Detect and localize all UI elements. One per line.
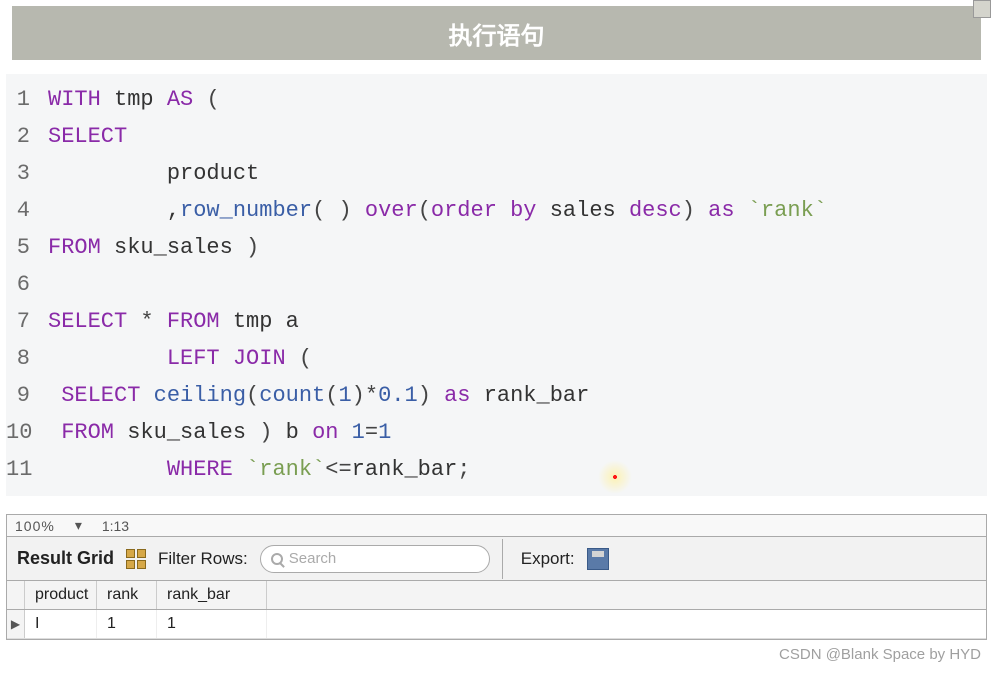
search-placeholder: Search bbox=[289, 550, 337, 567]
cell-product[interactable]: I bbox=[25, 610, 97, 638]
line-number: 7 bbox=[6, 304, 48, 341]
code-line[interactable]: 11 WHERE `rank`<=rank_bar; bbox=[6, 452, 987, 489]
save-icon[interactable] bbox=[587, 548, 609, 570]
code-content[interactable]: SELECT * FROM tmp a bbox=[48, 304, 987, 341]
code-content[interactable]: FROM sku_sales ) b on 1=1 bbox=[48, 415, 987, 452]
filter-search-input[interactable]: Search bbox=[260, 545, 490, 573]
grid-view-icon[interactable] bbox=[126, 549, 146, 569]
row-marker-header bbox=[7, 581, 25, 609]
code-line[interactable]: 2SELECT bbox=[6, 119, 987, 156]
current-row-marker: ▶ bbox=[7, 610, 25, 638]
code-content[interactable]: SELECT ceiling(count(1)*0.1) as rank_bar bbox=[48, 378, 987, 415]
column-header-rankbar[interactable]: rank_bar bbox=[157, 581, 267, 609]
watermark: CSDN @Blank Space by HYD bbox=[779, 646, 981, 663]
cell-rank[interactable]: 1 bbox=[97, 610, 157, 638]
line-number: 11 bbox=[6, 452, 48, 489]
code-line[interactable]: 7SELECT * FROM tmp a bbox=[6, 304, 987, 341]
result-toolbar: Result Grid Filter Rows: Search Export: bbox=[7, 537, 986, 581]
results-panel: 100% ▾ 1:13 Result Grid Filter Rows: Sea… bbox=[6, 514, 987, 640]
code-content[interactable]: SELECT bbox=[48, 119, 987, 156]
result-table: product rank rank_bar ▶ I 1 1 bbox=[7, 581, 986, 639]
code-line[interactable]: 5FROM sku_sales ) bbox=[6, 230, 987, 267]
line-number: 9 bbox=[6, 378, 48, 415]
search-icon bbox=[271, 553, 283, 565]
code-line[interactable]: 3 product bbox=[6, 156, 987, 193]
line-number: 10 bbox=[6, 415, 48, 452]
code-line[interactable]: 9 SELECT ceiling(count(1)*0.1) as rank_b… bbox=[6, 378, 987, 415]
code-line[interactable]: 1WITH tmp AS ( bbox=[6, 82, 987, 119]
header-corner-icon bbox=[973, 0, 991, 18]
query-time: 1:13 bbox=[102, 518, 129, 534]
code-content[interactable]: ,row_number( ) over(order by sales desc)… bbox=[48, 193, 987, 230]
cell-rankbar[interactable]: 1 bbox=[157, 610, 267, 638]
line-number: 1 bbox=[6, 82, 48, 119]
code-line[interactable]: 8 LEFT JOIN ( bbox=[6, 341, 987, 378]
code-line[interactable]: 10 FROM sku_sales ) b on 1=1 bbox=[6, 415, 987, 452]
line-number: 8 bbox=[6, 341, 48, 378]
column-header-rank[interactable]: rank bbox=[97, 581, 157, 609]
filter-rows-label: Filter Rows: bbox=[158, 549, 248, 569]
code-content[interactable]: WHERE `rank`<=rank_bar; bbox=[48, 452, 987, 489]
code-content[interactable]: FROM sku_sales ) bbox=[48, 230, 987, 267]
code-content[interactable]: product bbox=[48, 156, 987, 193]
status-bar: 100% ▾ 1:13 bbox=[7, 515, 986, 537]
code-content[interactable] bbox=[48, 267, 987, 304]
result-grid-label: Result Grid bbox=[17, 548, 114, 569]
header-bar: 执行语句 bbox=[12, 6, 981, 60]
toolbar-divider bbox=[502, 539, 503, 579]
column-header-product[interactable]: product bbox=[25, 581, 97, 609]
header-title: 执行语句 bbox=[449, 16, 545, 51]
line-number: 6 bbox=[6, 267, 48, 304]
code-line[interactable]: 6 bbox=[6, 267, 987, 304]
table-row[interactable]: ▶ I 1 1 bbox=[7, 610, 986, 639]
line-number: 4 bbox=[6, 193, 48, 230]
line-number: 5 bbox=[6, 230, 48, 267]
table-header-row: product rank rank_bar bbox=[7, 581, 986, 610]
code-content[interactable]: LEFT JOIN ( bbox=[48, 341, 987, 378]
sql-editor[interactable]: 1WITH tmp AS (2SELECT3 product4 ,row_num… bbox=[6, 74, 987, 496]
line-number: 3 bbox=[6, 156, 48, 193]
code-content[interactable]: WITH tmp AS ( bbox=[48, 82, 987, 119]
chevron-down-icon[interactable]: ▾ bbox=[75, 517, 82, 534]
code-line[interactable]: 4 ,row_number( ) over(order by sales des… bbox=[6, 193, 987, 230]
line-number: 2 bbox=[6, 119, 48, 156]
zoom-level: 100% bbox=[15, 518, 55, 534]
export-label: Export: bbox=[521, 549, 575, 569]
